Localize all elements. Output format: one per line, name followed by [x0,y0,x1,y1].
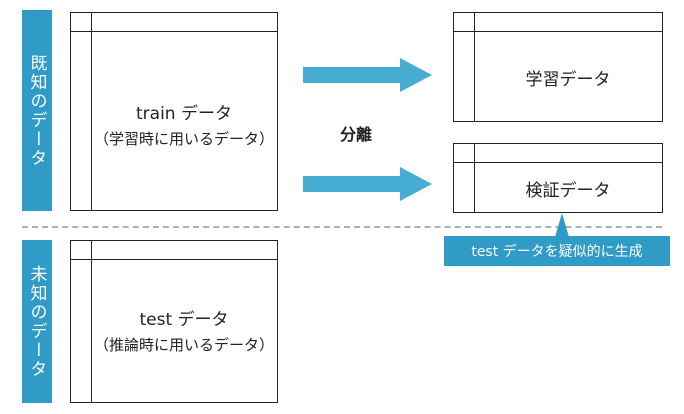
callout-pointer [555,213,569,237]
split-label: 分離 [340,125,373,144]
arrow-to-validation [303,167,432,201]
split-arrows [303,58,432,201]
pseudo-test-callout: test データを疑似的に生成 [444,236,670,266]
arrow-to-learning [303,58,432,92]
